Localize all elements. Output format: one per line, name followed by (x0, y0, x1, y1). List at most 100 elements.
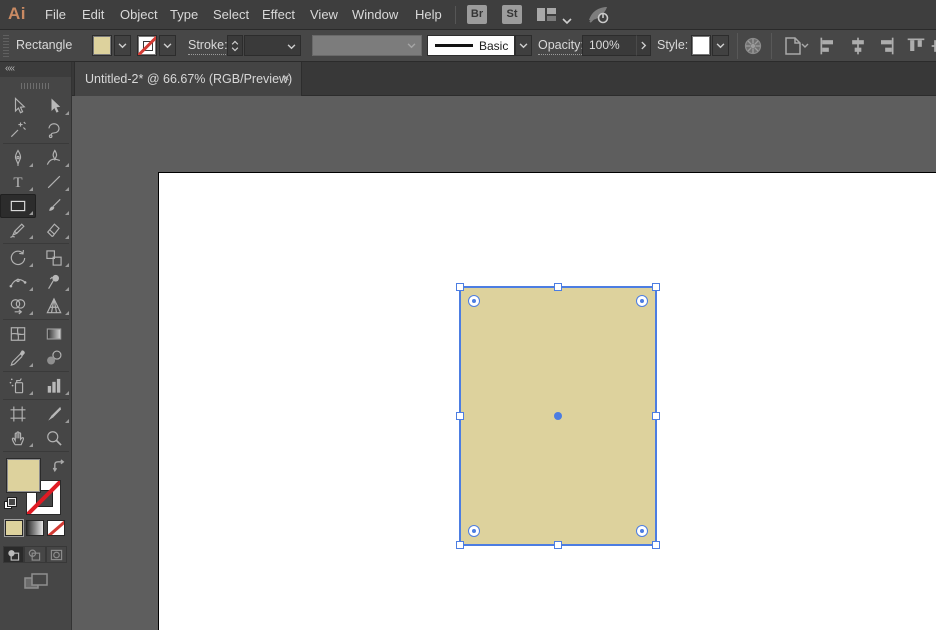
curvature-tool[interactable] (36, 146, 72, 170)
line-segment-tool[interactable] (36, 170, 72, 194)
document-setup-icon[interactable] (781, 36, 809, 61)
draw-inside-button[interactable] (45, 546, 67, 563)
stock-button[interactable]: St (502, 5, 522, 24)
eyedropper-tool[interactable] (0, 346, 36, 370)
stroke-weight-label[interactable]: Stroke: (188, 38, 228, 55)
gpu-performance-icon[interactable] (586, 4, 612, 31)
align-center-icon[interactable] (848, 36, 868, 61)
live-corner-widget-top-left[interactable] (468, 295, 480, 307)
controlbar-grip[interactable] (3, 35, 9, 57)
opacity-dropdown-arrow[interactable] (636, 35, 651, 56)
paintbrush-tool[interactable] (36, 194, 72, 218)
gradient-button[interactable] (26, 520, 44, 536)
column-graph-tool[interactable] (36, 374, 72, 398)
zoom-tool[interactable] (36, 426, 72, 450)
eraser-tool[interactable] (36, 218, 72, 242)
menu-object[interactable]: Object (116, 0, 162, 30)
controlbar-divider (737, 33, 738, 59)
menu-help[interactable]: Help (411, 0, 446, 30)
align-top-icon[interactable] (906, 36, 926, 61)
menu-bar: Ai File Edit Object Type Select Effect V… (0, 0, 936, 30)
live-corner-widget-top-right[interactable] (636, 295, 648, 307)
swap-fill-stroke-icon[interactable] (52, 459, 67, 479)
object-center-point[interactable] (554, 412, 562, 420)
opacity-field[interactable]: 100% (582, 35, 637, 56)
magic-wand-tool[interactable] (0, 118, 36, 142)
menu-window[interactable]: Window (348, 0, 402, 30)
align-left-icon[interactable] (818, 36, 838, 61)
brush-definition-chevron[interactable] (515, 35, 532, 56)
drawing-mode-buttons (3, 546, 67, 563)
rectangle-tool[interactable] (0, 194, 36, 218)
tools-collapse-icon[interactable]: «« (0, 62, 71, 77)
live-corner-widget-bottom-right[interactable] (636, 525, 648, 537)
fill-proxy-swatch[interactable] (6, 458, 41, 493)
selection-handle-mid-right[interactable] (652, 412, 660, 420)
selection-handle-bottom-right[interactable] (652, 541, 660, 549)
menu-view[interactable]: View (306, 0, 342, 30)
draw-behind-button[interactable] (24, 546, 46, 563)
width-profile-dropdown (312, 35, 422, 56)
canvas-area[interactable] (72, 96, 936, 630)
shaper-tool[interactable] (0, 218, 36, 242)
selected-rectangle-object[interactable] (456, 283, 660, 549)
perspective-grid-tool[interactable] (36, 294, 72, 318)
bridge-button[interactable]: Br (467, 5, 487, 24)
document-tab[interactable]: Untitled-2* @ 66.67% (RGB/Preview) × (74, 62, 302, 96)
draw-normal-button[interactable] (3, 546, 25, 563)
shape-builder-tool[interactable] (0, 294, 36, 318)
tools-grip[interactable] (21, 83, 51, 89)
stroke-weight-field[interactable] (244, 35, 301, 56)
symbol-sprayer-tool[interactable] (0, 374, 36, 398)
recolor-artwork-icon[interactable] (743, 36, 763, 61)
rotate-tool[interactable] (0, 246, 36, 270)
selection-handle-bottom-mid[interactable] (554, 541, 562, 549)
style-swatch[interactable] (691, 35, 711, 56)
menu-select[interactable]: Select (209, 0, 253, 30)
stroke-color-swatch[interactable] (137, 35, 157, 56)
default-fill-stroke-icon[interactable] (4, 497, 19, 511)
fill-swatch-dropdown[interactable] (114, 35, 131, 56)
controlbar-divider (771, 33, 772, 59)
fill-color-swatch[interactable] (92, 35, 112, 56)
workspace-switcher-icon[interactable] (536, 7, 558, 28)
type-tool[interactable]: T (0, 170, 36, 194)
hand-tool[interactable] (0, 426, 36, 450)
live-corner-widget-bottom-left[interactable] (468, 525, 480, 537)
lasso-tool[interactable] (36, 118, 72, 142)
stroke-swatch-dropdown[interactable] (159, 35, 176, 56)
selection-tool[interactable] (0, 94, 36, 118)
artboard-tool[interactable] (0, 402, 36, 426)
tools-panel: «« T (0, 62, 72, 630)
color-button[interactable] (5, 520, 23, 536)
chevron-down-icon[interactable] (562, 12, 572, 30)
menu-edit[interactable]: Edit (78, 0, 108, 30)
none-button[interactable] (47, 520, 65, 536)
width-tool[interactable] (0, 270, 36, 294)
brush-definition-dropdown[interactable]: Basic (427, 35, 515, 56)
slice-tool[interactable] (36, 402, 72, 426)
screen-mode-button[interactable] (22, 572, 50, 592)
menu-effect[interactable]: Effect (258, 0, 299, 30)
menu-type[interactable]: Type (166, 0, 202, 30)
selection-handle-top-mid[interactable] (554, 283, 562, 291)
selection-handle-mid-left[interactable] (456, 412, 464, 420)
opacity-label[interactable]: Opacity: (538, 38, 584, 55)
puppet-warp-tool[interactable] (36, 270, 72, 294)
align-right-icon[interactable] (876, 36, 896, 61)
tab-close-icon[interactable]: × (279, 71, 293, 85)
menu-file[interactable]: File (41, 0, 70, 30)
align-vertical-center-icon[interactable] (930, 36, 936, 61)
pen-tool[interactable] (0, 146, 36, 170)
selection-handle-top-left[interactable] (456, 283, 464, 291)
scale-tool[interactable] (36, 246, 72, 270)
mesh-tool[interactable] (0, 322, 36, 346)
gradient-tool[interactable] (36, 322, 72, 346)
style-dropdown[interactable] (712, 35, 729, 56)
blend-tool[interactable] (36, 346, 72, 370)
selection-handle-bottom-left[interactable] (456, 541, 464, 549)
direct-selection-tool[interactable] (36, 94, 72, 118)
stroke-weight-stepper[interactable] (227, 35, 243, 56)
app-logo[interactable]: Ai (8, 4, 26, 24)
selection-handle-top-right[interactable] (652, 283, 660, 291)
